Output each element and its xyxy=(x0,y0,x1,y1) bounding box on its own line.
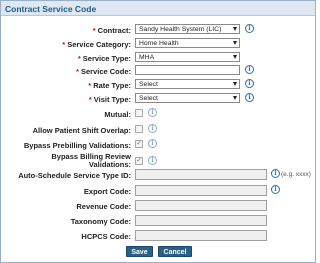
revenue-code-label: Revenue Code: xyxy=(76,202,131,211)
mutual-label: Mutual: xyxy=(104,110,131,119)
bypass-billing-review-row: Bypass Billing Review Validations: ✓ i xyxy=(1,153,317,169)
rate-type-label: Rate Type: xyxy=(93,81,131,90)
contract-label: Contract: xyxy=(97,26,131,35)
service-type-row: * Service Type: MHA xyxy=(1,52,317,65)
visit-type-select[interactable]: Select xyxy=(135,93,240,103)
allow-patient-shift-overlap-row: Allow Patient Shift Overlap: i xyxy=(1,124,317,137)
chevron-down-icon xyxy=(233,55,237,59)
required-marker: * xyxy=(88,95,92,104)
cancel-button[interactable]: Cancel xyxy=(158,246,192,257)
info-icon[interactable]: i xyxy=(148,124,157,133)
service-category-select[interactable]: Home Health xyxy=(135,38,240,48)
auto-schedule-row: Auto-Schedule Service Type ID: i (e.g. x… xyxy=(1,169,317,182)
mutual-row: Mutual: i xyxy=(1,108,317,121)
bypass-prebilling-label: Bypass Prebilling Validations: xyxy=(23,141,131,150)
info-icon[interactable]: i xyxy=(271,169,280,178)
info-icon[interactable]: i xyxy=(148,156,157,165)
chevron-down-icon xyxy=(233,82,237,86)
required-marker: * xyxy=(88,81,92,90)
hcpcs-code-label: HCPCS Code: xyxy=(81,232,131,241)
checkmark-icon: ✓ xyxy=(136,140,142,147)
export-code-label: Export Code: xyxy=(83,187,131,196)
auto-schedule-hint: (e.g. xxxx) xyxy=(281,171,311,178)
contract-row: * Contract: Sandy Health System (LIC) i xyxy=(1,24,317,37)
service-category-label: Service Category: xyxy=(67,40,131,49)
contract-service-code-dialog: Contract Service Code * Contract: Sandy H… xyxy=(0,0,316,263)
hcpcs-code-input[interactable] xyxy=(135,230,267,241)
save-button[interactable]: Save xyxy=(126,246,153,257)
taxonomy-code-row: Taxonomy Code: xyxy=(1,215,317,228)
info-icon[interactable]: i xyxy=(245,24,254,33)
checkmark-icon: ✓ xyxy=(136,157,142,164)
hcpcs-code-row: HCPCS Code: xyxy=(1,230,317,243)
rate-type-select[interactable]: Select xyxy=(135,79,240,89)
bypass-prebilling-checkbox[interactable]: ✓ xyxy=(135,140,143,148)
revenue-code-row: Revenue Code: xyxy=(1,200,317,213)
chevron-down-icon xyxy=(233,41,237,45)
required-marker: * xyxy=(77,54,81,63)
info-icon[interactable]: i xyxy=(245,79,254,88)
mutual-checkbox[interactable] xyxy=(135,109,143,117)
allow-patient-shift-overlap-checkbox[interactable] xyxy=(135,125,143,133)
info-icon[interactable]: i xyxy=(271,185,280,194)
visit-type-label: Visit Type: xyxy=(93,95,131,104)
rate-type-row: * Rate Type: Select i xyxy=(1,79,317,92)
info-icon[interactable]: i xyxy=(245,65,254,74)
service-category-row: * Service Category: Home Health xyxy=(1,38,317,51)
required-marker: * xyxy=(76,67,79,76)
rate-type-value: Select xyxy=(139,81,158,88)
visit-type-value: Select xyxy=(139,95,158,102)
service-code-label: Service Code: xyxy=(80,67,131,76)
service-type-select[interactable]: MHA xyxy=(135,52,240,62)
bypass-billing-review-label: Bypass Billing Review Validations: xyxy=(51,153,131,169)
chevron-down-icon xyxy=(233,96,237,100)
chevron-down-icon xyxy=(233,27,237,31)
contract-select[interactable]: Sandy Health System (LIC) xyxy=(135,24,240,34)
contract-value: Sandy Health System (LIC) xyxy=(139,26,222,33)
service-type-value: MHA xyxy=(139,54,155,61)
export-code-input[interactable] xyxy=(135,185,267,196)
service-category-value: Home Health xyxy=(139,40,179,47)
bypass-billing-review-label-line2: Validations: xyxy=(88,160,131,169)
taxonomy-code-input[interactable] xyxy=(135,215,267,226)
required-marker: * xyxy=(62,40,66,49)
required-marker: * xyxy=(92,26,96,35)
service-type-label: Service Type: xyxy=(82,54,131,63)
taxonomy-code-label: Taxonomy Code: xyxy=(70,217,131,226)
auto-schedule-label: Auto-Schedule Service Type ID: xyxy=(18,171,131,180)
info-icon[interactable]: i xyxy=(148,108,157,117)
info-icon[interactable]: i xyxy=(245,93,254,102)
auto-schedule-input[interactable] xyxy=(135,169,267,180)
allow-patient-shift-overlap-label: Allow Patient Shift Overlap: xyxy=(32,126,131,135)
export-code-row: Export Code: i xyxy=(1,185,317,198)
bypass-billing-review-checkbox[interactable]: ✓ xyxy=(135,157,143,165)
visit-type-row: * Visit Type: Select i xyxy=(1,93,317,106)
service-code-input[interactable] xyxy=(135,65,240,75)
service-code-row: * Service Code: i xyxy=(1,65,317,78)
bypass-prebilling-row: Bypass Prebilling Validations: ✓ i xyxy=(1,139,317,152)
info-icon[interactable]: i xyxy=(148,139,157,148)
revenue-code-input[interactable] xyxy=(135,200,267,211)
dialog-title: Contract Service Code xyxy=(1,1,315,16)
